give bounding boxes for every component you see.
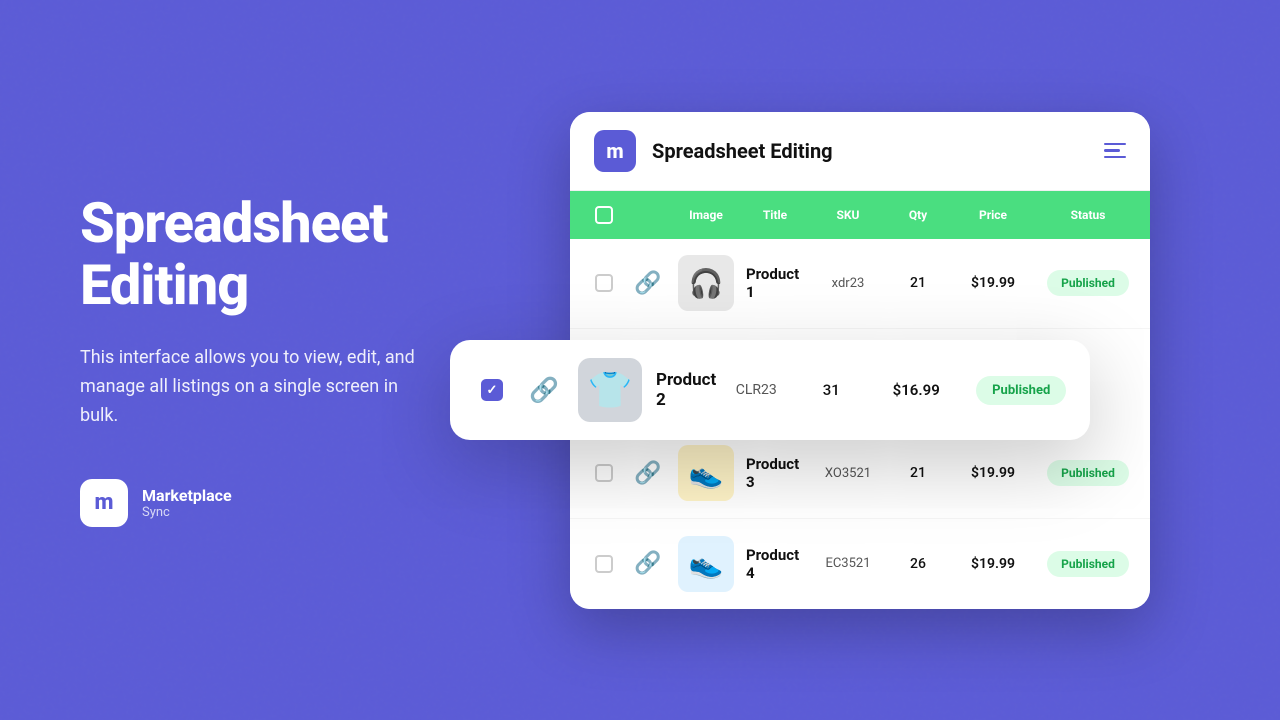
- cell-checkbox[interactable]: [582, 555, 626, 573]
- th-title: Title: [742, 208, 808, 222]
- floating-row-card: ✓ 🔗 👕 Product 2 CLR23 31 $16.99: [450, 340, 1090, 440]
- header-logo: m: [594, 130, 636, 172]
- cell-checkbox[interactable]: [582, 464, 626, 482]
- header-logo-letter: m: [606, 139, 623, 163]
- brand-icon: m: [80, 479, 128, 527]
- product-image-1: 🎧: [678, 255, 734, 311]
- cell-link[interactable]: 🔗: [626, 551, 670, 576]
- product-image-3: 👟: [678, 445, 734, 501]
- table-row: 🔗 🎧 Product 1 xdr23 21 $19.99 Published: [570, 239, 1150, 329]
- product-image-4: 👟: [678, 536, 734, 592]
- row3-checkbox[interactable]: [595, 464, 613, 482]
- cell-image: 🎧: [670, 255, 742, 311]
- cell-price: $19.99: [948, 275, 1038, 291]
- floating-link-cell[interactable]: 🔗: [518, 376, 570, 404]
- cell-status: Published: [1038, 270, 1138, 296]
- table-row: 🔗 👟 Product 3 XO3521 21 $19.99 Published: [570, 429, 1150, 519]
- floating-image-cell: 👕: [570, 358, 650, 422]
- brand-text: Marketplace Sync: [142, 486, 232, 520]
- cell-qty: 26: [888, 556, 948, 572]
- right-panel: m Spreadsheet Editing Image Title SKU Qt: [480, 72, 1280, 649]
- floating-link-icon[interactable]: 🔗: [529, 376, 559, 404]
- link-icon[interactable]: 🔗: [634, 551, 661, 576]
- row1-checkbox[interactable]: [595, 274, 613, 292]
- th-status: Status: [1038, 208, 1138, 222]
- th-price: Price: [948, 208, 1038, 222]
- floating-sku-cell: CLR23: [716, 382, 796, 398]
- floating-status-cell: Published: [966, 376, 1076, 405]
- cell-title: Product 4: [742, 546, 808, 582]
- floating-row: ✓ 🔗 👕 Product 2 CLR23 31 $16.99: [450, 340, 1090, 440]
- cell-qty: 21: [888, 275, 948, 291]
- brand-icon-letter: m: [94, 490, 113, 515]
- floating-checkbox-cell[interactable]: ✓: [466, 379, 518, 401]
- cell-sku: EC3521: [808, 556, 888, 571]
- floating-status-badge: Published: [976, 376, 1066, 405]
- floating-price-cell: $16.99: [866, 381, 966, 399]
- cell-checkbox[interactable]: [582, 274, 626, 292]
- th-image: Image: [670, 208, 742, 222]
- header-title: Spreadsheet Editing: [652, 139, 1104, 163]
- cell-status: Published: [1038, 551, 1138, 577]
- card-header: m Spreadsheet Editing: [570, 112, 1150, 191]
- page-title: Spreadsheet Editing: [80, 193, 420, 316]
- cell-title: Product 3: [742, 455, 808, 491]
- menu-icon[interactable]: [1104, 143, 1126, 159]
- table-header: Image Title SKU Qty Price Status: [570, 191, 1150, 239]
- cell-status: Published: [1038, 460, 1138, 486]
- link-icon[interactable]: 🔗: [634, 461, 661, 486]
- status-badge: Published: [1047, 551, 1129, 577]
- menu-line-1: [1104, 143, 1126, 146]
- cell-price: $19.99: [948, 465, 1038, 481]
- cell-link[interactable]: 🔗: [626, 461, 670, 486]
- menu-line-2: [1104, 149, 1120, 152]
- cell-sku: xdr23: [808, 276, 888, 291]
- cell-qty: 21: [888, 465, 948, 481]
- brand-row: m Marketplace Sync: [80, 479, 420, 527]
- row2-checkbox[interactable]: ✓: [481, 379, 503, 401]
- th-sku: SKU: [808, 208, 888, 222]
- checkmark-icon: ✓: [487, 383, 498, 398]
- floating-product-image: 👕: [578, 358, 642, 422]
- page-wrapper: Spreadsheet Editing This interface allow…: [0, 0, 1280, 720]
- th-checkbox[interactable]: [582, 206, 626, 224]
- link-icon[interactable]: 🔗: [634, 271, 661, 296]
- menu-line-3: [1104, 156, 1126, 159]
- header-checkbox[interactable]: [595, 206, 613, 224]
- floating-title-cell: Product 2: [650, 370, 716, 410]
- brand-name: Marketplace: [142, 486, 232, 505]
- th-qty: Qty: [888, 208, 948, 222]
- left-panel: Spreadsheet Editing This interface allow…: [0, 133, 480, 587]
- status-badge: Published: [1047, 270, 1129, 296]
- brand-sub: Sync: [142, 505, 232, 520]
- cell-link[interactable]: 🔗: [626, 271, 670, 296]
- cell-image: 👟: [670, 536, 742, 592]
- cell-price: $19.99: [948, 556, 1038, 572]
- cell-image: 👟: [670, 445, 742, 501]
- floating-qty-cell: 31: [796, 381, 866, 399]
- page-description: This interface allows you to view, edit,…: [80, 344, 420, 430]
- table-row: 🔗 👟 Product 4 EC3521 26 $19.99 Published: [570, 519, 1150, 609]
- row4-checkbox[interactable]: [595, 555, 613, 573]
- cell-sku: XO3521: [808, 466, 888, 481]
- status-badge: Published: [1047, 460, 1129, 486]
- cell-title: Product 1: [742, 265, 808, 301]
